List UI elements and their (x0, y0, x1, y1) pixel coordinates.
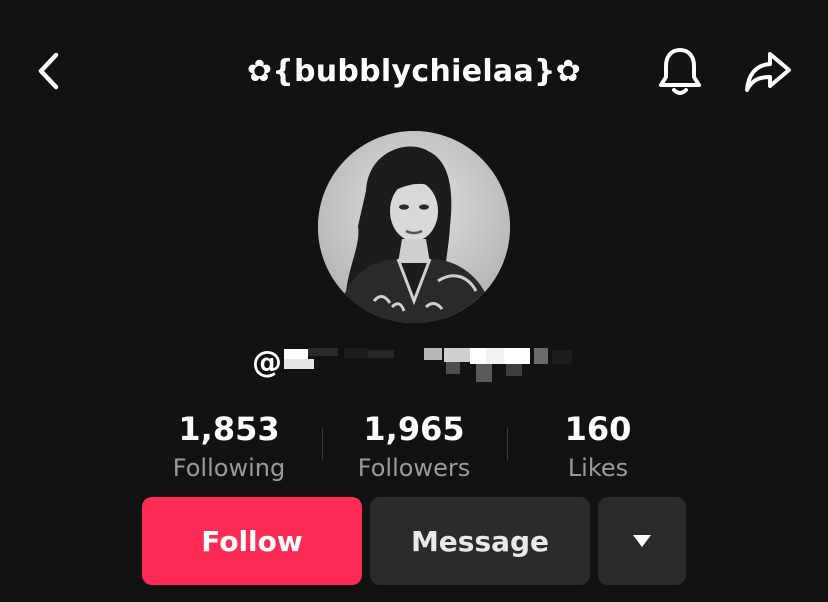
page-title: ✿{bubblychielaa}✿ (246, 54, 582, 89)
bell-icon (659, 48, 701, 95)
handle-at-sign: @ (252, 345, 282, 380)
follow-button[interactable]: Follow (142, 497, 362, 585)
share-arrow-icon (745, 52, 791, 92)
chevron-left-icon (38, 52, 59, 90)
share-button[interactable] (738, 44, 798, 100)
caret-down-icon (633, 535, 651, 547)
notification-button[interactable] (652, 44, 708, 100)
more-options-button[interactable] (598, 497, 686, 585)
avatar-photo (318, 131, 510, 323)
stat-followers[interactable]: 1,965 Followers (319, 408, 509, 486)
following-count: 1,853 (178, 410, 280, 448)
redacted-handle (284, 340, 584, 386)
followers-label: Followers (357, 454, 471, 482)
username-handle: @ (252, 340, 584, 386)
likes-label: Likes (567, 454, 629, 482)
stat-following[interactable]: 1,853 Following (134, 408, 324, 486)
followers-count: 1,965 (363, 410, 465, 448)
stat-likes[interactable]: 160 Likes (503, 408, 693, 486)
avatar[interactable] (318, 131, 510, 323)
following-label: Following (172, 454, 286, 482)
likes-count: 160 (564, 410, 632, 448)
message-button[interactable]: Message (370, 497, 590, 585)
back-button[interactable] (26, 46, 72, 96)
profile-page: ✿{bubblychielaa}✿ @ 1,853 Following 1,96… (0, 0, 828, 602)
